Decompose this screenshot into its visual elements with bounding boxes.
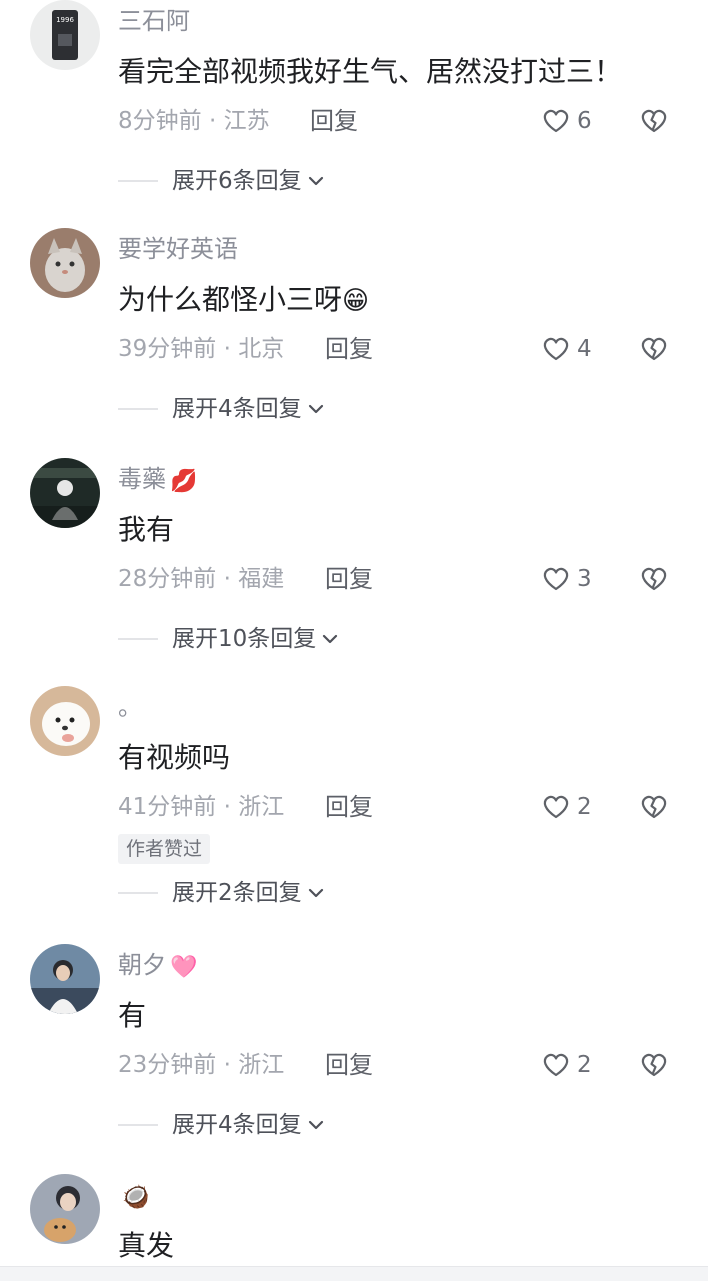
username-text: 要学好英语: [118, 235, 238, 263]
divider-line: [118, 408, 158, 410]
comment-text: 看完全部视频我好生气、居然没打过三！: [118, 52, 622, 92]
user-avatar[interactable]: [30, 458, 100, 528]
user-avatar[interactable]: [30, 686, 100, 756]
like-button[interactable]: 4: [541, 332, 592, 366]
username[interactable]: 🥥: [118, 1180, 149, 1213]
expand-replies-button[interactable]: 展开4条回复: [118, 1108, 326, 1142]
name-badge-icon: 💋: [170, 469, 198, 494]
grin-emoji-icon: 😁: [342, 286, 370, 316]
broken-heart-icon[interactable]: [639, 792, 669, 822]
comment-body: 真发: [118, 1229, 175, 1262]
expand-replies-label: 展开4条回复: [172, 1112, 302, 1138]
heart-outline-icon: [541, 1050, 571, 1080]
user-avatar[interactable]: [30, 1174, 100, 1244]
expand-replies-label: 展开4条回复: [172, 396, 302, 422]
username[interactable]: 毒藥 💋: [118, 464, 197, 497]
like-button[interactable]: 3: [541, 562, 592, 596]
reply-button[interactable]: 回复: [325, 562, 373, 596]
chevron-down-icon: [302, 171, 326, 191]
username[interactable]: 三石阿: [118, 6, 190, 36]
comment-list: 1996 三石阿 看完全部视频我好生气、居然没打过三！ 8分钟前 · 江苏 回复 6 展开6…: [0, 0, 708, 1280]
expand-replies-label: 展开10条回复: [172, 626, 317, 652]
time-location: 23分钟前 · 浙江: [118, 1052, 285, 1078]
divider-line: [118, 892, 158, 894]
reply-button[interactable]: 回复: [325, 790, 373, 824]
expand-replies-label: 展开6条回复: [172, 168, 302, 194]
user-avatar[interactable]: 1996: [30, 0, 100, 70]
comment-body: 有视频吗: [118, 741, 231, 774]
like-count: 4: [577, 336, 592, 362]
expand-replies-button[interactable]: 展开2条回复: [118, 876, 326, 910]
heart-outline-icon: [541, 106, 571, 136]
time-location: 8分钟前 · 江苏: [118, 108, 270, 134]
expand-replies-button[interactable]: 展开4条回复: [118, 392, 326, 426]
like-count: 2: [577, 1052, 592, 1078]
broken-heart-icon[interactable]: [639, 564, 669, 594]
reply-button[interactable]: 回复: [325, 332, 373, 366]
comment-body: 为什么都怪小三呀: [118, 283, 343, 316]
like-count: 2: [577, 794, 592, 820]
name-badge-icon: 🥥: [122, 1185, 150, 1210]
heart-outline-icon: [541, 564, 571, 594]
comment-body: 有: [118, 999, 147, 1032]
heart-outline-icon: [541, 792, 571, 822]
chevron-down-icon: [302, 1115, 326, 1135]
like-button[interactable]: 2: [541, 1048, 592, 1082]
comment-body: 我有: [118, 513, 175, 546]
comment-text: 有: [118, 996, 146, 1036]
username-text: 。: [118, 693, 142, 721]
comment-text: 为什么都怪小三呀😁: [118, 280, 369, 321]
divider-line: [118, 1124, 158, 1126]
chevron-down-icon: [316, 629, 340, 649]
username-text: 朝夕: [118, 951, 166, 979]
like-button[interactable]: 2: [541, 790, 592, 824]
svg-text:1996: 1996: [56, 16, 74, 24]
heart-outline-icon: [541, 334, 571, 364]
like-button[interactable]: 6: [541, 104, 592, 138]
divider-line: [118, 638, 158, 640]
like-count: 6: [577, 108, 592, 134]
time-location: 39分钟前 · 北京: [118, 336, 285, 362]
expand-replies-label: 展开2条回复: [172, 880, 302, 906]
author-liked-badge: 作者赞过: [118, 834, 211, 864]
comment-text: 真发: [118, 1226, 174, 1266]
expand-replies-button[interactable]: 展开10条回复: [118, 622, 340, 656]
broken-heart-icon[interactable]: [639, 334, 669, 364]
comment-text: 我有: [118, 510, 174, 550]
username[interactable]: 朝夕 🩷: [118, 950, 197, 983]
comment-body: 看完全部视频我好生气、居然没打过三！: [118, 55, 623, 88]
chevron-down-icon: [302, 399, 326, 419]
broken-heart-icon[interactable]: [639, 1050, 669, 1080]
time-location: 41分钟前 · 浙江: [118, 794, 285, 820]
username-text: 三石阿: [118, 7, 190, 35]
username[interactable]: 要学好英语: [118, 234, 238, 264]
chevron-down-icon: [302, 883, 326, 903]
username-text: 毒藥: [118, 465, 166, 493]
username[interactable]: 。: [118, 692, 142, 722]
reply-button[interactable]: 回复: [310, 104, 358, 138]
like-count: 3: [577, 566, 592, 592]
comment-text: 有视频吗: [118, 738, 230, 778]
time-location: 28分钟前 · 福建: [118, 566, 285, 592]
reply-button[interactable]: 回复: [325, 1048, 373, 1082]
bottom-bar: [0, 1266, 708, 1281]
user-avatar[interactable]: [30, 228, 100, 298]
divider-line: [118, 180, 158, 182]
expand-replies-button[interactable]: 展开6条回复: [118, 164, 326, 198]
broken-heart-icon[interactable]: [639, 106, 669, 136]
name-badge-icon: 🩷: [170, 955, 198, 980]
user-avatar[interactable]: [30, 944, 100, 1014]
